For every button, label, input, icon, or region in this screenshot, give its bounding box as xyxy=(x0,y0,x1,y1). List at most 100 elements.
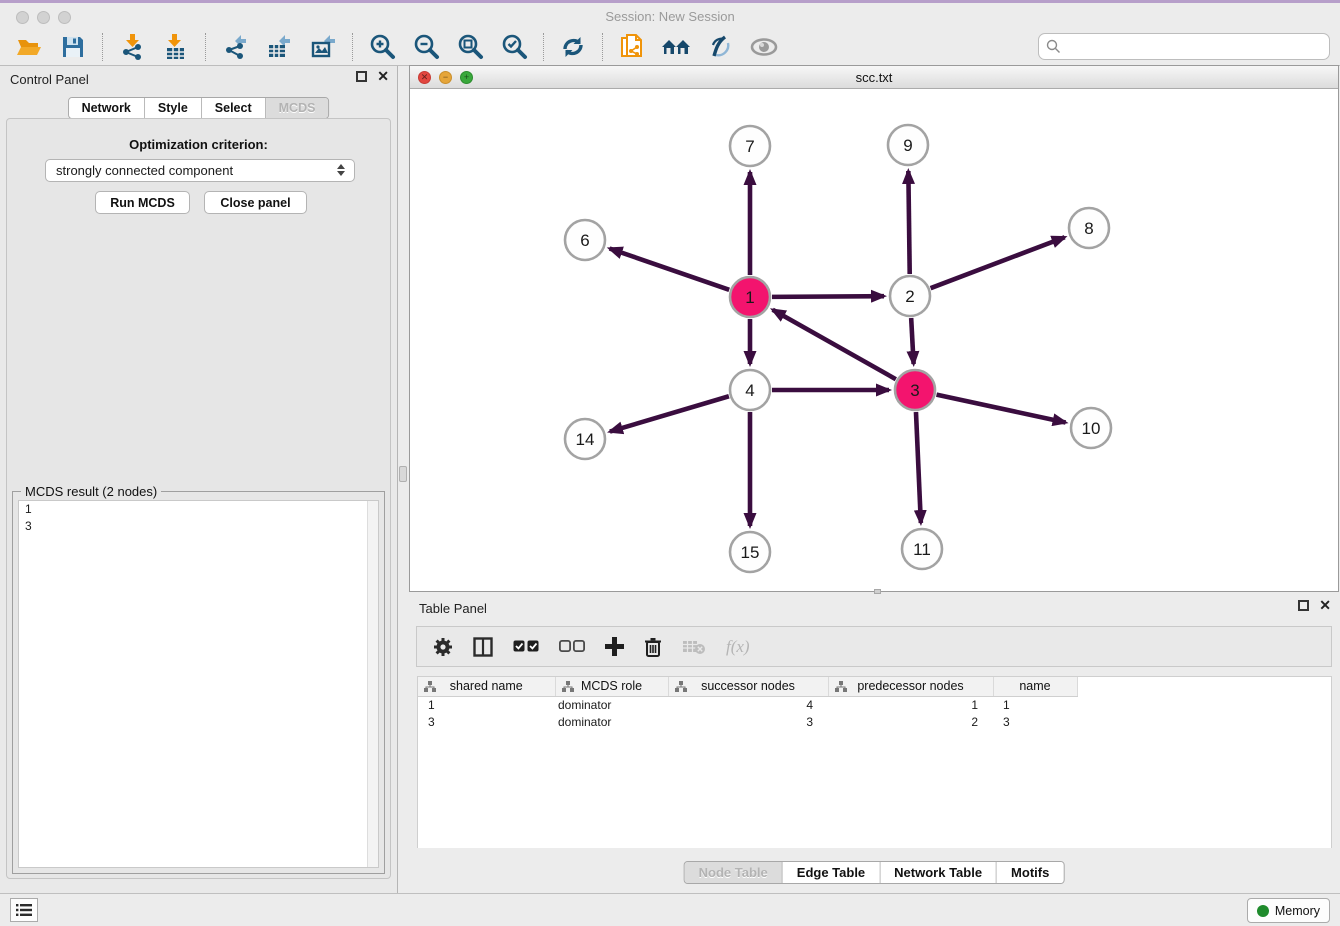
function-builder-button[interactable]: f(x) xyxy=(726,637,750,657)
float-panel-icon[interactable] xyxy=(356,71,367,82)
eye-icon xyxy=(749,36,779,58)
tab-select[interactable]: Select xyxy=(202,98,266,118)
graph-edge-1-2[interactable] xyxy=(772,296,884,297)
graph-node-4[interactable]: 4 xyxy=(730,370,770,410)
export-image-button[interactable] xyxy=(304,31,342,63)
close-table-panel-icon[interactable]: ✕ xyxy=(1319,600,1331,611)
column-header-name[interactable]: name xyxy=(993,677,1077,696)
toggle-style-button[interactable] xyxy=(701,31,739,63)
graph-edge-3-10[interactable] xyxy=(937,395,1066,423)
network-window-title: scc.txt xyxy=(410,70,1338,85)
task-history-button[interactable] xyxy=(10,898,38,922)
mcds-result-item[interactable]: 1 xyxy=(19,501,378,518)
column-header-mcds-role[interactable]: MCDS role xyxy=(555,677,668,696)
run-mcds-button[interactable]: Run MCDS xyxy=(95,191,190,214)
window-resize-handle[interactable] xyxy=(874,589,881,594)
add-column-button[interactable] xyxy=(605,637,624,656)
control-panel-header: Control Panel ✕ xyxy=(0,66,397,92)
table-cell[interactable]: 3 xyxy=(993,713,1077,730)
graph-node-14[interactable]: 14 xyxy=(565,419,605,459)
graph-node-label: 14 xyxy=(576,430,595,449)
graph-edge-2-3[interactable] xyxy=(911,318,913,364)
tab-network-table[interactable]: Network Table xyxy=(880,862,997,883)
table-cell[interactable]: dominator xyxy=(555,696,668,713)
import-table-button[interactable] xyxy=(157,31,195,63)
select-all-button[interactable] xyxy=(513,640,539,653)
mcds-result-list[interactable]: 13 xyxy=(18,500,379,868)
mcds-result-scrollbar[interactable] xyxy=(367,501,378,867)
table-row[interactable]: 1dominator411 xyxy=(418,696,1077,713)
graph-node-9[interactable]: 9 xyxy=(888,125,928,165)
save-session-button[interactable] xyxy=(54,31,92,63)
graph-edge-4-14[interactable] xyxy=(610,396,729,431)
delete-column-button[interactable] xyxy=(644,637,662,657)
criterion-dropdown[interactable]: strongly connected component xyxy=(45,159,355,182)
table-cell[interactable]: 2 xyxy=(828,713,993,730)
delete-table-button[interactable] xyxy=(682,639,706,655)
table-settings-button[interactable] xyxy=(433,637,453,657)
tab-mcds[interactable]: MCDS xyxy=(266,98,329,118)
graph-node-8[interactable]: 8 xyxy=(1069,208,1109,248)
zoom-out-button[interactable] xyxy=(407,31,445,63)
open-session-button[interactable] xyxy=(10,31,48,63)
mcds-result-item[interactable]: 3 xyxy=(19,518,378,535)
graph-node-6[interactable]: 6 xyxy=(565,220,605,260)
column-header-predecessor-nodes[interactable]: predecessor nodes xyxy=(828,677,993,696)
search-box xyxy=(1038,33,1330,60)
network-graph[interactable]: 1 2 3 4 6 7 8 9 10 11 14 15 xyxy=(410,89,1338,591)
show-all-networks-button[interactable] xyxy=(657,31,695,63)
panel-splitter-handle[interactable] xyxy=(399,466,407,482)
clone-network-button[interactable] xyxy=(613,31,651,63)
tab-edge-table[interactable]: Edge Table xyxy=(783,862,880,883)
graph-node-label: 4 xyxy=(745,381,754,400)
graph-node-10[interactable]: 10 xyxy=(1071,408,1111,448)
zoom-fit-button[interactable] xyxy=(451,31,489,63)
table-cell[interactable]: 4 xyxy=(668,696,828,713)
export-network-button[interactable] xyxy=(216,31,254,63)
graph-node-15[interactable]: 15 xyxy=(730,532,770,572)
dropdown-arrows-icon xyxy=(337,164,345,176)
graph-node-7[interactable]: 7 xyxy=(730,126,770,166)
tab-network[interactable]: Network xyxy=(69,98,145,118)
zoom-in-button[interactable] xyxy=(363,31,401,63)
graph-node-11[interactable]: 11 xyxy=(902,529,942,569)
status-bar: Memory xyxy=(0,893,1340,926)
graph-node-label: 8 xyxy=(1084,219,1093,238)
graph-edge-1-6[interactable] xyxy=(610,248,730,289)
search-input[interactable] xyxy=(1038,33,1330,60)
close-panel-icon[interactable]: ✕ xyxy=(377,71,389,82)
table-cell[interactable]: dominator xyxy=(555,713,668,730)
tab-motifs[interactable]: Motifs xyxy=(997,862,1063,883)
split-panel-button[interactable] xyxy=(473,637,493,657)
table-row[interactable]: 3dominator323 xyxy=(418,713,1077,730)
toolbar-separator xyxy=(102,33,103,61)
export-table-button[interactable] xyxy=(260,31,298,63)
graph-edge-3-1[interactable] xyxy=(773,310,896,379)
graph-edge-3-11[interactable] xyxy=(916,412,921,523)
table-cell[interactable]: 3 xyxy=(668,713,828,730)
network-canvas[interactable]: 1 2 3 4 6 7 8 9 10 11 14 15 xyxy=(410,89,1338,591)
table-cell[interactable]: 1 xyxy=(828,696,993,713)
plus-icon xyxy=(605,637,624,656)
graph-edge-2-9[interactable] xyxy=(908,171,909,274)
memory-button[interactable]: Memory xyxy=(1247,898,1330,923)
deselect-all-button[interactable] xyxy=(559,640,585,653)
tab-style[interactable]: Style xyxy=(145,98,202,118)
close-panel-button[interactable]: Close panel xyxy=(204,191,307,214)
mcds-panel: Optimization criterion: strongly connect… xyxy=(6,118,391,879)
tab-node-table[interactable]: Node Table xyxy=(685,862,783,883)
graph-edge-2-8[interactable] xyxy=(931,237,1065,288)
table-cell[interactable]: 1 xyxy=(993,696,1077,713)
graph-node-3[interactable]: 3 xyxy=(895,370,935,410)
graph-node-1[interactable]: 1 xyxy=(730,277,770,317)
column-header-successor-nodes[interactable]: successor nodes xyxy=(668,677,828,696)
column-header-shared-name[interactable]: shared name xyxy=(418,677,555,696)
graph-node-2[interactable]: 2 xyxy=(890,276,930,316)
float-table-panel-icon[interactable] xyxy=(1298,600,1309,611)
import-network-button[interactable] xyxy=(113,31,151,63)
table-cell[interactable]: 3 xyxy=(418,713,555,730)
zoom-selected-button[interactable] xyxy=(495,31,533,63)
show-hide-button[interactable] xyxy=(745,31,783,63)
apply-layout-button[interactable] xyxy=(554,31,592,63)
table-cell[interactable]: 1 xyxy=(418,696,555,713)
